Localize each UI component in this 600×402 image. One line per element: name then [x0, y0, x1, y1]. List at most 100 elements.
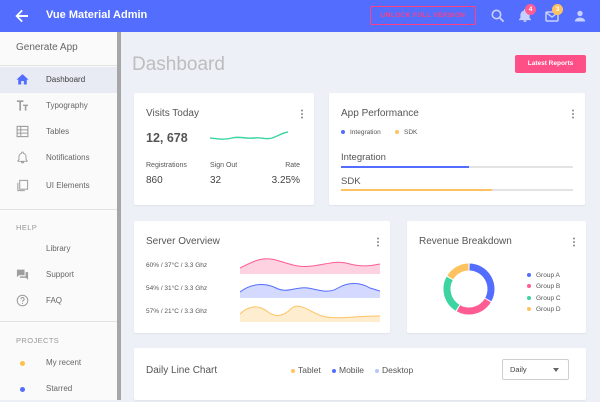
sdk-progress-track — [341, 189, 573, 191]
stat-label: Rate — [285, 162, 300, 169]
sidebar-item-label: Dashboard — [46, 75, 86, 84]
arrow-back-icon[interactable] — [14, 8, 30, 24]
bell-icon — [17, 151, 28, 164]
revenue-breakdown-card: Revenue Breakdown Group A Group B Group … — [407, 221, 586, 333]
period-select[interactable]: Daily — [502, 359, 569, 380]
sidebar-scrollbar[interactable] — [117, 32, 121, 400]
legend-dot-icon — [527, 284, 531, 289]
sidebar-item-label: My recent — [46, 358, 82, 367]
sidebar-item-label: Library — [46, 244, 71, 253]
legend-item: Tablet — [291, 365, 321, 375]
donut-slice-group-a — [469, 263, 495, 302]
top-app-bar: Vue Material Admin UNLOCK FULL VERSION 4… — [0, 0, 600, 32]
sidebar-item-dashboard[interactable]: Dashboard — [0, 67, 117, 93]
legend-item: Group C — [527, 295, 561, 302]
donut-slice-group-c — [443, 276, 460, 311]
progress-label: SDK — [341, 176, 361, 187]
search-icon[interactable] — [490, 8, 506, 24]
sdk-progress-fill — [341, 189, 492, 191]
sidebar: Generate App Dashboard Typography Tables… — [0, 32, 118, 400]
legend-dot-icon — [395, 130, 399, 135]
sidebar-item-my-recent[interactable]: My recent — [0, 350, 117, 376]
card-title: Visits Today — [146, 108, 199, 119]
visits-today-card: Visits Today 12, 678 Registrations 860 S… — [134, 93, 314, 205]
more-vert-icon[interactable] — [376, 237, 380, 247]
page-title: Dashboard — [132, 54, 225, 75]
server-stat-label: 60% / 37°C / 3.3 Ghz — [146, 262, 208, 269]
sidebar-item-label: Starred — [46, 384, 73, 393]
project-dot-icon — [20, 361, 25, 366]
table-grid-icon — [16, 125, 29, 138]
more-vert-icon[interactable] — [571, 109, 575, 119]
sidebar-item-starred[interactable]: Starred — [0, 376, 117, 402]
text-format-icon — [16, 100, 29, 111]
sidebar-divider — [0, 209, 117, 210]
donut-slice-group-d — [447, 263, 469, 280]
account-icon[interactable] — [572, 8, 588, 24]
legend-dot-icon — [332, 368, 336, 373]
legend-item: Group D — [527, 306, 561, 313]
legend-dot-icon — [375, 368, 379, 373]
legend-dot-icon — [527, 296, 531, 301]
card-title: App Performance — [341, 108, 419, 119]
more-vert-icon[interactable] — [572, 237, 576, 247]
sidebar-item-label: FAQ — [46, 296, 63, 305]
integration-progress-fill — [341, 166, 469, 168]
arrow-drop-down-icon — [553, 368, 559, 372]
copy-icon — [17, 179, 29, 192]
card-title: Server Overview — [146, 236, 220, 247]
help-circle-icon — [16, 294, 29, 307]
legend-item: Desktop — [375, 365, 413, 375]
legend-item: Integration — [341, 129, 381, 136]
sidebar-divider — [0, 321, 117, 322]
app-performance-card: App Performance Integration SDK Integrat… — [329, 93, 585, 205]
home-icon — [16, 74, 29, 85]
integration-progress-track — [341, 166, 573, 168]
stat-label: Sign Out — [210, 162, 238, 169]
project-dot-icon — [20, 387, 25, 392]
card-title: Daily Line Chart — [146, 365, 218, 376]
app-title: Vue Material Admin — [46, 9, 148, 21]
period-select-value: Daily — [510, 365, 527, 374]
server-area-3 — [240, 306, 380, 322]
unlock-full-version-button[interactable]: UNLOCK FULL VERSION — [370, 6, 476, 25]
legend-dot-icon — [527, 307, 531, 312]
sidebar-item-support[interactable]: Support — [0, 262, 117, 288]
forum-icon — [16, 269, 29, 280]
sidebar-divider — [0, 65, 117, 66]
server-area-charts — [240, 258, 380, 322]
latest-reports-button[interactable]: Latest Reports — [515, 55, 586, 73]
legend-dot-icon — [341, 130, 345, 135]
sidebar-item-label: Tables — [46, 127, 70, 136]
sidebar-item-typography[interactable]: Typography — [0, 93, 117, 119]
progress-label: Integration — [341, 152, 386, 163]
sidebar-item-ui-elements[interactable]: UI Elements — [0, 173, 117, 199]
visits-value: 12, 678 — [146, 131, 188, 145]
sidebar-item-label: Typography — [46, 101, 88, 110]
more-vert-icon[interactable] — [300, 109, 304, 119]
sidebar-item-faq[interactable]: FAQ — [0, 288, 117, 314]
legend-dot-icon — [527, 273, 531, 278]
sidebar-item-tables[interactable]: Tables — [0, 119, 117, 145]
donut-slice-group-b — [456, 298, 491, 315]
visits-sparkline — [210, 131, 288, 140]
legend-item: Mobile — [332, 365, 364, 375]
sidebar-item-library[interactable]: Library — [0, 236, 117, 262]
server-stat-label: 57% / 21°C / 3.3 Ghz — [146, 308, 208, 315]
stat-value: 3.25% — [271, 175, 300, 186]
stat-label: Registrations — [146, 162, 187, 169]
daily-line-chart-card: Daily Line Chart Tablet Mobile Desktop D… — [134, 348, 586, 400]
legend-dot-icon — [291, 368, 295, 373]
legend-item: SDK — [395, 129, 417, 136]
sidebar-item-notifications[interactable]: Notifications — [0, 145, 117, 171]
sidebar-item-label: Notifications — [46, 153, 90, 162]
legend-item: Group B — [527, 283, 560, 290]
help-section-title: HELP — [16, 223, 38, 232]
mail-badge: 3 — [552, 4, 563, 15]
sidebar-item-label: Support — [46, 270, 75, 279]
legend-item: Group A — [527, 272, 560, 279]
projects-section-title: PROJECTS — [16, 336, 60, 345]
sidebar-item-label: UI Elements — [46, 181, 90, 190]
server-overview-card: Server Overview 60% / 37°C / 3.3 Ghz 54%… — [134, 221, 390, 333]
stat-value: 32 — [210, 175, 222, 186]
